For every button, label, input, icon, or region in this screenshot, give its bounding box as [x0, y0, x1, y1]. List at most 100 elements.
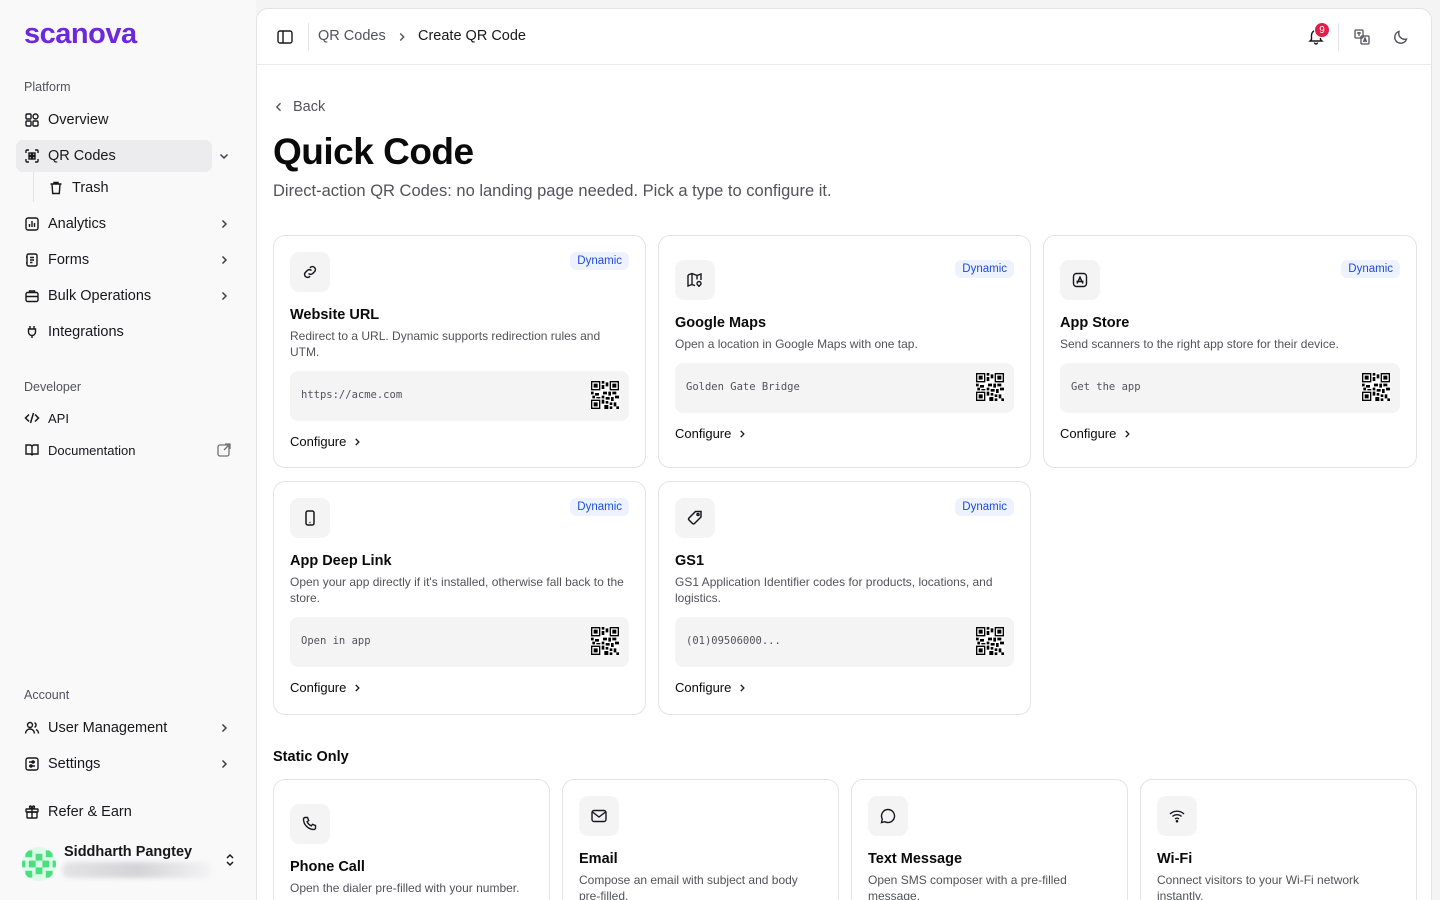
- chevron-right-icon: [740, 683, 746, 692]
- moon-icon[interactable]: [1392, 28, 1410, 46]
- sidebar-item-label: Forms: [48, 252, 90, 268]
- card-title: App Store: [1060, 315, 1130, 331]
- message-icon: [868, 796, 908, 836]
- sidebar-item-settings[interactable]: Settings: [16, 748, 240, 780]
- book-icon: [24, 442, 40, 458]
- breadcrumb-qr-codes[interactable]: QR Codes: [318, 28, 386, 44]
- account-group-label: Account: [24, 688, 70, 702]
- chevron-right-icon: [355, 683, 361, 692]
- card-title: Wi-Fi: [1157, 851, 1193, 867]
- sidebar-item-user-management[interactable]: User Management: [16, 712, 240, 744]
- chevron-right-icon: [216, 216, 232, 232]
- card-text-message[interactable]: Text Message Open SMS composer with a pr…: [851, 779, 1128, 900]
- sidebar-item-trash[interactable]: Trash: [40, 172, 230, 204]
- sidebar-item-label: Settings: [48, 756, 101, 772]
- card-title: Website URL: [290, 307, 380, 323]
- chevron-left-icon: [275, 102, 281, 112]
- sidebar-item-label: Integrations: [48, 324, 124, 340]
- preview-value: Open in app: [301, 635, 371, 647]
- configure-link[interactable]: Configure: [1060, 426, 1132, 441]
- card-app-deep-link[interactable]: Dynamic App Deep Link Open your app dire…: [273, 481, 646, 715]
- sidebar-item-label: Refer & Earn: [48, 804, 132, 820]
- card-preview: (01)09506000...: [675, 617, 1014, 667]
- dynamic-badge: Dynamic: [1341, 260, 1400, 278]
- card-preview: Golden Gate Bridge: [675, 363, 1014, 413]
- language-icon[interactable]: [1353, 28, 1371, 46]
- card-phone-call[interactable]: Phone Call Open the dialer pre-filled wi…: [273, 779, 550, 900]
- card-title: App Deep Link: [290, 553, 392, 569]
- chevron-right-icon: [216, 252, 232, 268]
- sidebar-item-refer-earn[interactable]: Refer & Earn: [16, 796, 240, 828]
- tag-icon: [675, 498, 715, 538]
- preview-value: Golden Gate Bridge: [686, 381, 800, 393]
- card-title: Google Maps: [675, 315, 767, 331]
- sidebar-item-analytics[interactable]: Analytics: [16, 208, 240, 240]
- dynamic-badge: Dynamic: [570, 498, 629, 516]
- card-title: Text Message: [868, 851, 963, 867]
- card-app-store[interactable]: Dynamic App Store Send scanners to the r…: [1043, 235, 1417, 468]
- card-description: Open a location in Google Maps with one …: [675, 337, 918, 351]
- card-description: GS1 Application Identifier codes for pro…: [675, 575, 993, 605]
- card-description: Send scanners to the right app store for…: [1060, 337, 1339, 351]
- qr-code-icon: [591, 627, 619, 655]
- platform-group-label: Platform: [24, 80, 71, 94]
- configure-label: Configure: [675, 426, 732, 441]
- sidebar-item-bulk-operations[interactable]: Bulk Operations: [16, 280, 240, 312]
- briefcase-icon: [24, 288, 40, 304]
- overview-icon: [24, 112, 40, 128]
- configure-label: Configure: [290, 680, 347, 695]
- sidebar-item-integrations[interactable]: Integrations: [16, 316, 240, 348]
- sidebar-item-label: API: [48, 410, 69, 426]
- sidebar-toggle-icon[interactable]: [276, 28, 294, 46]
- divider: [1338, 23, 1339, 51]
- map-icon: [675, 260, 715, 300]
- app-store-icon: [1060, 260, 1100, 300]
- sidebar-item-api[interactable]: API: [16, 402, 240, 434]
- sidebar-item-label: Trash: [72, 180, 109, 196]
- code-icon: [24, 410, 40, 426]
- sidebar-item-overview[interactable]: Overview: [16, 104, 240, 136]
- sidebar-item-forms[interactable]: Forms: [16, 244, 240, 276]
- chevron-down-icon[interactable]: [216, 148, 232, 169]
- card-website-url[interactable]: Dynamic Website URL Redirect to a URL. D…: [273, 235, 646, 468]
- dynamic-badge: Dynamic: [955, 260, 1014, 278]
- preview-value: https://acme.com: [301, 389, 403, 401]
- card-description: Open your app directly if it's installed…: [290, 575, 624, 605]
- brand-logo[interactable]: scanova: [24, 18, 137, 51]
- configure-link[interactable]: Configure: [290, 680, 362, 695]
- preview-value: Get the app: [1071, 381, 1141, 393]
- sidebar-item-label: User Management: [48, 720, 168, 736]
- dynamic-badge: Dynamic: [955, 498, 1014, 516]
- external-link-icon: [216, 442, 232, 458]
- qr-code-icon: [976, 373, 1004, 401]
- configure-label: Configure: [675, 680, 732, 695]
- users-icon: [24, 720, 40, 736]
- card-description: Connect visitors to your Wi-Fi network i…: [1157, 873, 1360, 900]
- preview-value: (01)09506000...: [686, 635, 781, 647]
- chevron-right-icon: [1125, 429, 1131, 438]
- configure-link[interactable]: Configure: [675, 426, 747, 441]
- forms-icon: [24, 252, 40, 268]
- chevron-right-icon: [355, 437, 361, 446]
- breadcrumb-current: Create QR Code: [418, 28, 526, 44]
- sidebar-item-qr-codes[interactable]: QR Codes: [16, 140, 212, 172]
- card-wifi[interactable]: Wi-Fi Connect visitors to your Wi-Fi net…: [1140, 779, 1417, 900]
- user-menu[interactable]: Siddharth Pangtey: [22, 842, 240, 886]
- gift-icon: [24, 804, 40, 820]
- configure-link[interactable]: Configure: [675, 680, 747, 695]
- back-button[interactable]: Back: [273, 99, 325, 115]
- card-title: Phone Call: [290, 859, 365, 875]
- chart-icon: [24, 216, 40, 232]
- card-email[interactable]: Email Compose an email with subject and …: [562, 779, 839, 900]
- card-description: Compose an email with subject and body p…: [579, 873, 798, 900]
- settings-icon: [24, 756, 40, 772]
- sidebar-item-label: QR Codes: [48, 148, 116, 164]
- sidebar-item-documentation[interactable]: Documentation: [16, 434, 240, 466]
- card-title: Email: [579, 851, 618, 867]
- configure-link[interactable]: Configure: [290, 434, 362, 449]
- card-google-maps[interactable]: Dynamic Google Maps Open a location in G…: [658, 235, 1031, 468]
- page-title: Quick Code: [273, 131, 474, 172]
- qr-code-icon: [976, 627, 1004, 655]
- card-gs1[interactable]: Dynamic GS1 GS1 Application Identifier c…: [658, 481, 1031, 715]
- mail-icon: [579, 796, 619, 836]
